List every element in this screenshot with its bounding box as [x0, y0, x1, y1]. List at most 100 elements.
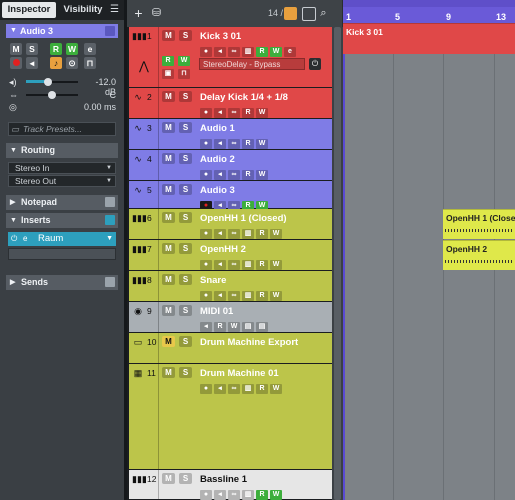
track-lane-icon[interactable]: ▤ — [256, 322, 268, 332]
track-mute-button[interactable]: M — [162, 274, 175, 285]
track-solo-button[interactable]: S — [179, 212, 192, 223]
track-solo-button[interactable]: S — [179, 91, 192, 102]
track-rec-icon[interactable]: ● — [200, 384, 212, 394]
track-mon-icon[interactable]: ◂ — [214, 490, 226, 500]
track-mute-button[interactable]: M — [162, 212, 175, 223]
record-button[interactable] — [10, 57, 22, 69]
track-mute-button[interactable]: M — [162, 122, 175, 133]
track-kb-icon[interactable]: ▥ — [242, 291, 254, 301]
insert-fx-slot[interactable]: StereoDelay - Bypass — [199, 58, 305, 70]
track-write-button[interactable]: W — [256, 139, 268, 149]
track-name[interactable]: Audio 2 — [200, 154, 235, 165]
mute-button[interactable]: M — [10, 43, 22, 55]
track-lnk-icon[interactable]: ∞ — [228, 139, 240, 149]
routing-input-select[interactable]: Stereo In ▼ — [8, 162, 116, 174]
scrollbar-thumb[interactable] — [334, 27, 341, 500]
playhead-cursor[interactable] — [343, 23, 345, 500]
track-insert-write-button[interactable]: W — [178, 56, 190, 66]
edit-insert-icon[interactable]: e — [23, 232, 27, 246]
track-rec-icon[interactable]: ● — [200, 291, 212, 301]
track-write-button[interactable]: W — [270, 260, 282, 270]
track-mute-button[interactable]: M — [162, 336, 175, 347]
track-kb-icon[interactable]: ▥ — [242, 490, 254, 500]
read-button[interactable]: R — [50, 43, 62, 55]
monitor-icon[interactable]: ◂ — [26, 57, 38, 69]
track-folder-icon[interactable]: ⛁ — [150, 7, 163, 20]
timebase-icon[interactable]: ♪ — [50, 57, 62, 69]
track-rec-icon[interactable]: ● — [200, 108, 212, 118]
tab-inspector[interactable]: Inspector — [2, 2, 56, 18]
track-lnk-icon[interactable]: ∞ — [228, 291, 240, 301]
track-solo-button[interactable]: S — [179, 122, 192, 133]
home-icon[interactable] — [284, 7, 297, 20]
track-mute-button[interactable]: M — [162, 305, 175, 316]
track-solo-button[interactable]: S — [179, 367, 192, 378]
automation-icon[interactable]: ⋀ — [139, 59, 149, 73]
track-mute-button[interactable]: M — [162, 367, 175, 378]
track-row[interactable]: ▮▮▮ 7 M S OpenHH 2 ● ◂ ∞ ▥ R W — [129, 240, 332, 271]
track-name[interactable]: Audio 1 — [200, 123, 235, 134]
pan-slider-handle[interactable] — [48, 91, 56, 99]
track-rec-icon[interactable]: ● — [200, 260, 212, 270]
chevron-down-icon[interactable]: ▼ — [106, 232, 113, 246]
power-icon[interactable]: ⏻ — [309, 58, 321, 70]
track-row[interactable]: ◉ 9 M S MIDI 01 ◂ R W ▤ ▤ — [129, 302, 332, 333]
track-mon-icon[interactable]: ◂ — [200, 322, 212, 332]
track-name[interactable]: Audio 3 — [200, 185, 235, 196]
track-kb-icon[interactable]: ▥ — [242, 229, 254, 239]
track-row[interactable]: ▮▮▮ 12 M S Bassline 1 ● ◂ ∞ ▥ R W — [129, 470, 332, 500]
track-mute-button[interactable]: M — [162, 473, 175, 484]
track-kb-icon[interactable]: ▥ — [242, 260, 254, 270]
track-lnk-icon[interactable]: ∞ — [228, 384, 240, 394]
edit-settings-icon[interactable]: e — [84, 43, 96, 55]
track-rec-icon[interactable]: ● — [200, 490, 212, 500]
arrangement-event[interactable]: OpenHH 1 (Closed) — [443, 209, 515, 239]
track-write-button[interactable]: W — [256, 170, 268, 180]
track-mon-icon[interactable]: ◂ — [214, 108, 226, 118]
track-name[interactable]: Drum Machine 01 — [200, 368, 279, 379]
track-write-button[interactable]: W — [270, 229, 282, 239]
track-row[interactable]: ∿ 4 M S Audio 2 ● ◂ ∞ R W — [129, 150, 332, 181]
track-color-strip[interactable] — [129, 364, 159, 469]
section-sends[interactable]: ▶ Sends — [6, 275, 118, 290]
track-lnk-icon[interactable]: ∞ — [228, 260, 240, 270]
freeze-icon[interactable]: ⊙ — [66, 57, 78, 69]
track-row[interactable]: ∿ 2 M S Delay Kick 1/4 + 1/8 ● ◂ ∞ R W — [129, 88, 332, 119]
track-mute-button[interactable]: M — [162, 153, 175, 164]
track-read-button[interactable]: R — [256, 291, 268, 301]
track-solo-button[interactable]: S — [179, 305, 192, 316]
volume-slider-handle[interactable] — [44, 78, 52, 86]
track-insert-read-button[interactable]: R — [162, 56, 174, 66]
section-notepad[interactable]: ▶ Notepad — [6, 195, 118, 210]
section-inserts[interactable]: ▼ Inserts — [6, 213, 118, 228]
track-lnk-icon[interactable]: ∞ — [228, 108, 240, 118]
track-read-button[interactable]: R — [242, 108, 254, 118]
track-name[interactable]: Snare — [200, 275, 226, 286]
track-row[interactable]: ▦ 11 M S Drum Machine 01 ● ◂ ∞ ▥ R W — [129, 364, 332, 470]
track-write-button[interactable]: W — [270, 384, 282, 394]
track-solo-button[interactable]: S — [179, 30, 192, 41]
track-read-button[interactable]: R — [242, 170, 254, 180]
window-icon[interactable] — [105, 26, 115, 36]
track-rec-icon[interactable]: ● — [200, 170, 212, 180]
write-button[interactable]: W — [66, 43, 78, 55]
track-write-button[interactable]: W — [270, 291, 282, 301]
lock-icon[interactable]: ⊓ — [84, 57, 96, 69]
insert-slot-1[interactable]: ⏻ e Raum ▼ — [8, 232, 116, 246]
delay-value[interactable]: 0.00 ms — [70, 102, 116, 112]
routing-output-select[interactable]: Stereo Out ▼ — [8, 175, 116, 187]
track-name[interactable]: Kick 3 01 — [200, 31, 241, 42]
track-lnk-icon[interactable]: ∞ — [228, 170, 240, 180]
tab-visibility[interactable]: Visibility — [58, 2, 108, 18]
track-read-button[interactable]: R — [256, 490, 268, 500]
track-mon-icon[interactable]: ◂ — [214, 170, 226, 180]
lock-icon[interactable]: ⊓ — [178, 69, 190, 79]
search-icon[interactable]: ⌕ — [317, 7, 330, 20]
collapse-arrow-icon[interactable]: ▼ — [10, 24, 17, 38]
add-track-icon[interactable]: + — [132, 6, 145, 20]
section-routing[interactable]: ▼ Routing — [6, 143, 118, 158]
track-row[interactable]: ▭ 10 M S Drum Machine Export — [129, 333, 332, 364]
record-enable-icon[interactable]: ▣ — [162, 69, 174, 79]
insert-slot-2[interactable] — [8, 248, 116, 260]
track-read-button[interactable]: R — [256, 260, 268, 270]
